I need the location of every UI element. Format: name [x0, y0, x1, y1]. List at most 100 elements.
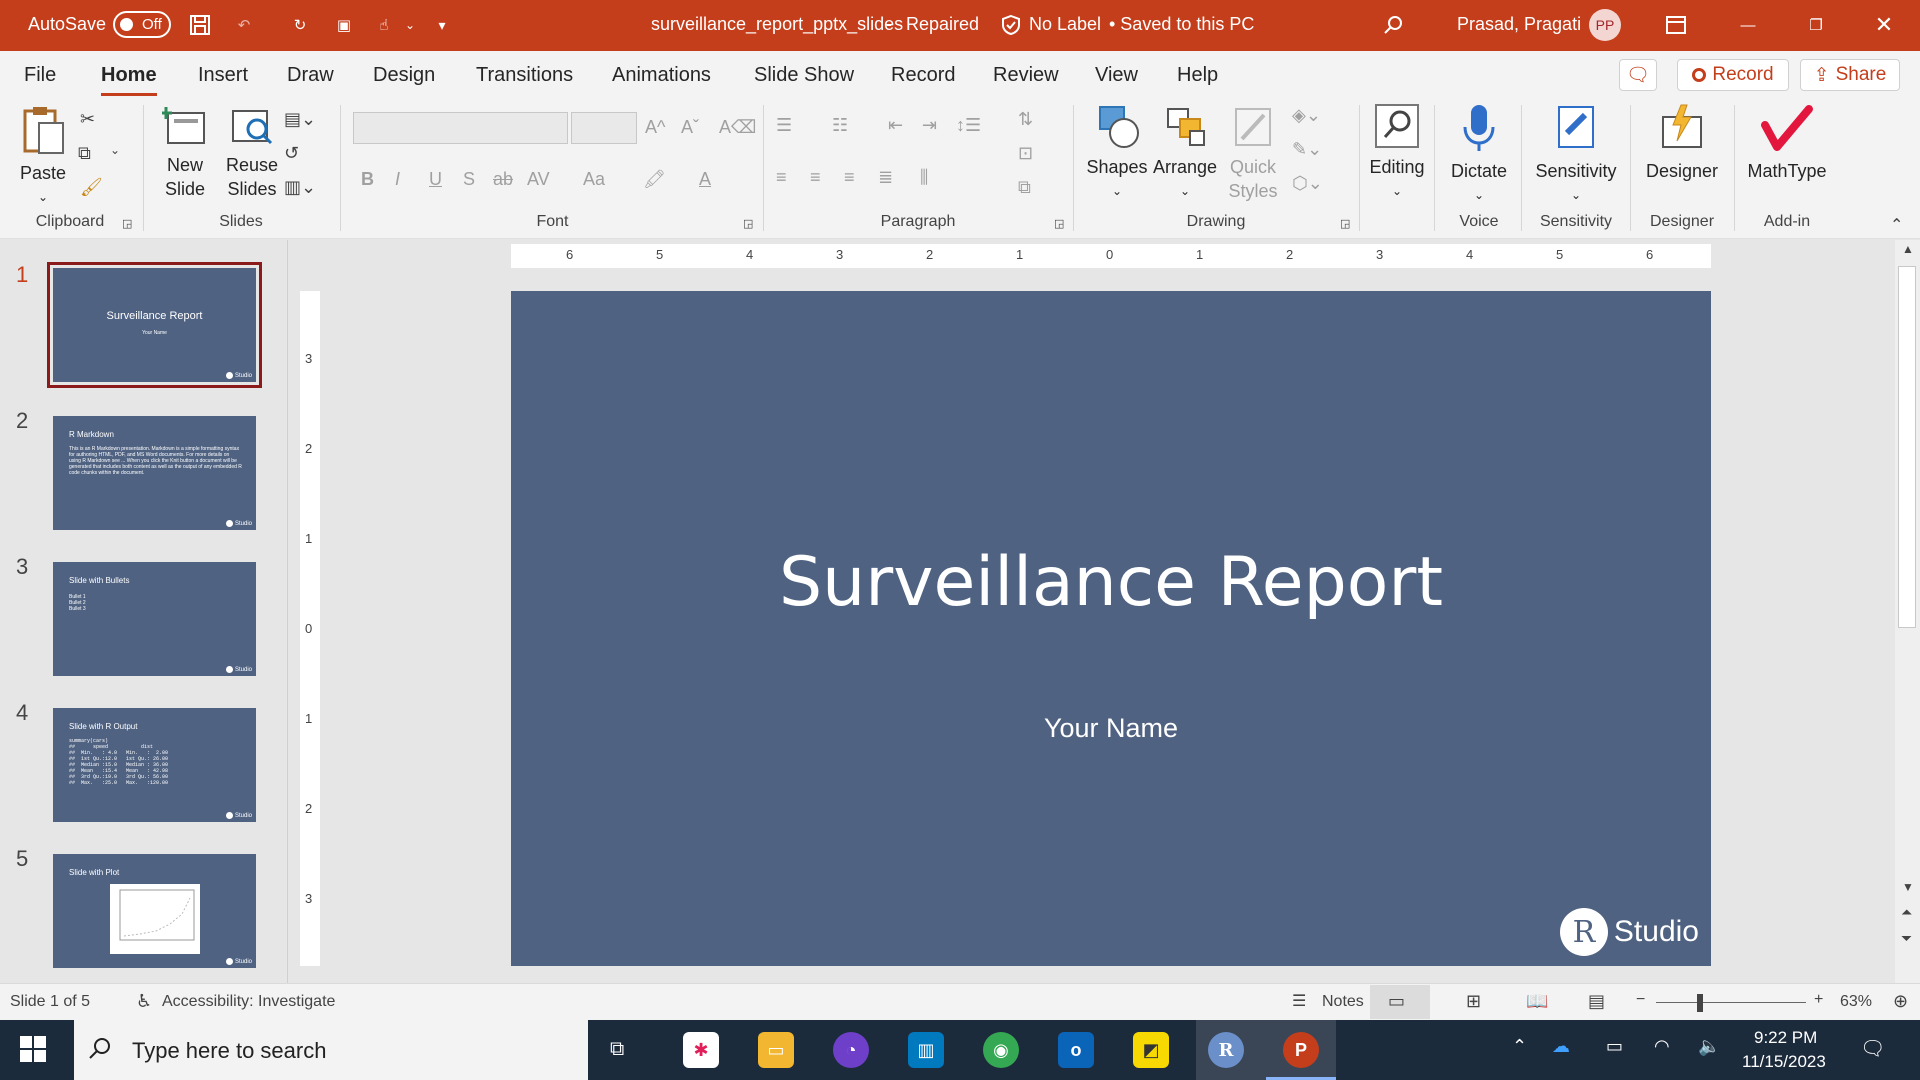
increase-indent-icon[interactable]: ⇥ — [922, 115, 937, 136]
slide-thumbnail-5[interactable]: Slide with Plot Studio — [53, 854, 256, 968]
notes-button[interactable]: Notes — [1322, 993, 1364, 1011]
slide-canvas[interactable]: Surveillance Report Your Name R Studio — [511, 291, 1711, 966]
italic-button[interactable]: I — [395, 169, 400, 190]
justify-icon[interactable]: ≣ — [878, 167, 893, 188]
r-app-icon[interactable]: R — [1208, 1032, 1244, 1068]
slide-sorter-icon[interactable]: ⊞ — [1466, 991, 1481, 1012]
github-icon[interactable]: ◔ — [833, 1032, 869, 1068]
taskbar-search-box[interactable]: Type here to search — [74, 1020, 588, 1080]
rstudio-logo[interactable]: R Studio — [1559, 908, 1699, 956]
slide-thumbnail-3[interactable]: Slide with Bullets Bullet 1 Bullet 2 Bul… — [53, 562, 256, 676]
zoom-level[interactable]: 63% — [1840, 993, 1872, 1011]
sensitivity-button[interactable]: Sensitivity ⌄ — [1528, 103, 1624, 207]
format-painter-icon[interactable]: 🖌 — [80, 177, 103, 198]
tab-animations[interactable]: Animations — [612, 64, 711, 87]
new-slide-button[interactable]: New Slide — [154, 105, 216, 201]
file-explorer-icon[interactable]: ▭ — [758, 1032, 794, 1068]
vertical-scrollbar[interactable]: ▲ ▼ ⏶ ⏷ — [1895, 240, 1920, 983]
tab-home[interactable]: Home — [101, 64, 157, 96]
tab-help[interactable]: Help — [1177, 64, 1218, 87]
share-button[interactable]: ⇪ Share — [1800, 59, 1900, 91]
sensitivity-label[interactable]: No Label — [1029, 14, 1101, 35]
user-name[interactable]: Prasad, Pragati — [1457, 14, 1581, 35]
touch-mode-icon[interactable]: ☝ — [372, 13, 396, 37]
tab-slide-show[interactable]: Slide Show — [754, 64, 854, 87]
search-icon[interactable] — [1381, 13, 1405, 37]
scroll-down-icon[interactable]: ▼ — [1902, 880, 1914, 894]
ribbon-display-icon[interactable] — [1664, 13, 1688, 37]
numbering-icon[interactable]: ☷ — [832, 115, 848, 136]
zoom-out-button[interactable]: − — [1636, 991, 1645, 1009]
align-text-icon[interactable]: ⊡ — [1018, 143, 1033, 164]
editing-button[interactable]: Editing ⌄ — [1366, 103, 1428, 203]
scroll-up-icon[interactable]: ▲ — [1902, 242, 1914, 256]
decrease-indent-icon[interactable]: ⇤ — [888, 115, 903, 136]
tab-transitions[interactable]: Transitions — [476, 64, 573, 87]
dialog-launcher-icon[interactable]: ◲ — [1054, 217, 1064, 230]
dialog-launcher-icon[interactable]: ◲ — [1340, 217, 1350, 230]
clock-date[interactable]: 11/15/2023 — [1742, 1052, 1826, 1072]
undo-icon[interactable]: ↶ — [232, 13, 256, 37]
text-direction-icon[interactable]: ⇅ — [1018, 109, 1033, 130]
bullets-icon[interactable]: ☰ — [776, 115, 792, 136]
tab-draw[interactable]: Draw — [287, 64, 334, 87]
user-avatar[interactable]: PP — [1589, 9, 1621, 41]
wifi-icon[interactable]: ◠ — [1654, 1036, 1670, 1057]
chrome-icon[interactable]: ◉ — [983, 1032, 1019, 1068]
layout-icon[interactable]: ▤⌄ — [284, 109, 316, 130]
tab-file[interactable]: File — [24, 64, 56, 87]
reading-view-icon[interactable]: 📖 — [1526, 991, 1548, 1012]
sticky-notes-icon[interactable]: ◩ — [1133, 1032, 1169, 1068]
slack-icon[interactable]: ✱ — [683, 1032, 719, 1068]
section-icon[interactable]: ▥⌄ — [284, 177, 316, 198]
next-slide-icon[interactable]: ⏷ — [1901, 930, 1912, 947]
reuse-slides-button[interactable]: Reuse Slides — [222, 105, 282, 201]
bold-button[interactable]: B — [361, 169, 374, 190]
line-spacing-icon[interactable]: ↕☰ — [956, 115, 981, 136]
fit-to-window-icon[interactable]: ⊕ — [1893, 991, 1908, 1012]
comments-button[interactable]: 🗨 — [1619, 59, 1657, 91]
accessibility-icon[interactable]: ♿ — [136, 991, 152, 1012]
increase-font-icon[interactable]: A^ — [645, 117, 665, 138]
zoom-slider-thumb[interactable] — [1697, 994, 1703, 1012]
trello-icon[interactable]: ▥ — [908, 1032, 944, 1068]
minimize-icon[interactable]: — — [1736, 13, 1760, 37]
outlook-icon[interactable]: o — [1058, 1032, 1094, 1068]
cut-icon[interactable]: ✂ — [80, 109, 95, 130]
battery-icon[interactable]: ▭ — [1606, 1036, 1623, 1057]
align-right-icon[interactable]: ≡ — [844, 167, 855, 188]
shadow-button[interactable]: S — [463, 169, 475, 190]
arrange-button[interactable]: Arrange ⌄ — [1150, 105, 1220, 203]
horizontal-ruler[interactable]: 6 5 4 3 2 1 0 1 2 3 4 5 6 — [511, 244, 1711, 268]
designer-button[interactable]: Designer — [1637, 103, 1727, 183]
tab-view[interactable]: View — [1095, 64, 1138, 87]
record-button[interactable]: Record — [1677, 59, 1789, 91]
task-view-icon[interactable]: ⧉ — [610, 1038, 624, 1061]
align-center-icon[interactable]: ≡ — [810, 167, 821, 188]
tab-record[interactable]: Record — [891, 64, 955, 87]
slide-thumbnail-2[interactable]: R Markdown This is an R Markdown present… — [53, 416, 256, 530]
slide-subtitle[interactable]: Your Name — [511, 713, 1711, 744]
slide-title[interactable]: Surveillance Report — [511, 543, 1711, 622]
font-size-select[interactable] — [571, 112, 637, 144]
slide-thumbnail-1[interactable]: Surveillance Report Your Name Studio — [47, 262, 262, 388]
zoom-in-button[interactable]: + — [1814, 991, 1823, 1009]
shape-effects-icon[interactable]: ⬡⌄ — [1292, 173, 1323, 194]
character-spacing-button[interactable]: AV — [527, 169, 550, 190]
slide-thumbnail-4[interactable]: Slide with R Output summary(cars) ## spe… — [53, 708, 256, 822]
underline-button[interactable]: U — [429, 169, 442, 190]
tab-design[interactable]: Design — [373, 64, 435, 87]
onedrive-icon[interactable]: ☁ — [1552, 1036, 1570, 1057]
vertical-ruler[interactable]: 3 2 1 0 1 2 3 — [300, 291, 320, 966]
tab-review[interactable]: Review — [993, 64, 1059, 87]
restore-icon[interactable]: ❐ — [1804, 13, 1828, 37]
paste-button[interactable]: Paste ⌄ — [18, 105, 68, 205]
tab-insert[interactable]: Insert — [198, 64, 248, 87]
redo-icon[interactable]: ↻ — [288, 13, 312, 37]
chevron-down-icon[interactable]: ⌄ — [398, 13, 422, 37]
copy-icon[interactable]: ⧉ — [78, 143, 91, 164]
customize-toolbar-icon[interactable]: ▾ — [430, 13, 454, 37]
reset-icon[interactable]: ↺ — [284, 143, 299, 164]
scrollbar-thumb[interactable] — [1898, 266, 1916, 628]
highlight-icon[interactable]: 🖍 — [643, 169, 666, 190]
